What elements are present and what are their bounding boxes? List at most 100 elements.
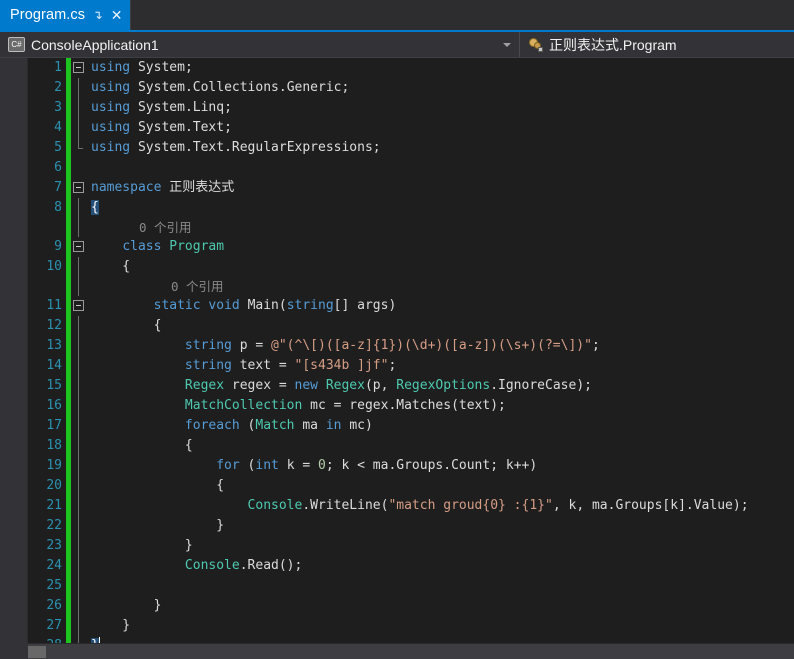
code-text: for (int k = 0; k < ma.Groups.Count; k++…: [216, 458, 538, 473]
outline-guide: [71, 277, 87, 296]
code-line[interactable]: 23 }: [28, 536, 794, 556]
line-number: 3: [54, 100, 62, 115]
code-text: using System.Linq;: [91, 100, 232, 115]
code-line[interactable]: 19 for (int k = 0; k < ma.Groups.Count; …: [28, 456, 794, 476]
code-text: string p = @"(^\[)([a-z]{1})(\d+)([a-z])…: [184, 338, 600, 353]
horizontal-scrollbar-thumb[interactable]: [28, 646, 46, 658]
outline-guide: [71, 476, 87, 496]
code-line[interactable]: 12 {: [28, 316, 794, 336]
code-line[interactable]: 13 string p = @"(^\[)([a-z]{1})(\d+)([a-…: [28, 336, 794, 356]
outline-guide: [71, 496, 87, 516]
code-line[interactable]: 6: [28, 158, 794, 178]
code-line[interactable]: 15 Regex regex = new Regex(p, RegexOptio…: [28, 376, 794, 396]
chevron-down-icon[interactable]: [503, 42, 511, 47]
code-text: Console.WriteLine("match groud{0} :{1}",…: [247, 498, 749, 513]
csharp-project-icon: C#: [8, 37, 25, 52]
line-number: 18: [46, 438, 62, 453]
outline-guide: [71, 516, 87, 536]
code-line[interactable]: 26 }: [28, 596, 794, 616]
code-editor[interactable]: 1 using System; 2 using System.Collectio…: [0, 58, 794, 659]
outline-collapse-toggle[interactable]: [71, 58, 87, 78]
line-number: 8: [54, 200, 62, 215]
code-line[interactable]: 3 using System.Linq;: [28, 98, 794, 118]
code-text: {: [91, 200, 99, 215]
code-text: using System;: [91, 60, 193, 75]
class-icon: [528, 37, 543, 52]
code-text: }: [91, 598, 162, 613]
navigation-bar: C# ConsoleApplication1 正则表达式.Program: [0, 32, 794, 58]
line-number: 26: [46, 598, 62, 613]
outline-guide: [71, 536, 87, 556]
outline-guide: [71, 316, 87, 336]
code-line[interactable]: 25: [28, 576, 794, 596]
codelens-text[interactable]: 0 个引用: [87, 277, 794, 296]
selection-margin[interactable]: [0, 58, 28, 659]
code-line[interactable]: 17 foreach (Match ma in mc): [28, 416, 794, 436]
code-line[interactable]: 4 using System.Text;: [28, 118, 794, 138]
line-number: 2: [54, 80, 62, 95]
outline-guide: [71, 576, 87, 596]
code-line[interactable]: 1 using System;: [28, 58, 794, 78]
outline-guide: [71, 138, 87, 158]
codelens-text[interactable]: 0 个引用: [87, 218, 794, 237]
code-line[interactable]: 2 using System.Collections.Generic;: [28, 78, 794, 98]
pin-icon[interactable]: ↴: [91, 9, 104, 21]
code-line[interactable]: 20 {: [28, 476, 794, 496]
line-number-blank: [28, 218, 66, 237]
outline-guide: [71, 78, 87, 98]
outline-collapse-toggle[interactable]: [71, 237, 87, 257]
code-text: foreach (Match ma in mc): [184, 418, 373, 433]
codelens-class-references[interactable]: 0 个引用: [28, 218, 794, 237]
code-line[interactable]: 24 Console.Read();: [28, 556, 794, 576]
document-tab-program-cs[interactable]: Program.cs ↴ ✕: [0, 0, 131, 30]
outline-guide: [71, 356, 87, 376]
line-number: 14: [46, 358, 62, 373]
code-text: static void Main(string[] args): [153, 298, 397, 313]
code-text: Console.Read();: [184, 558, 303, 573]
outline-guide: [71, 257, 87, 277]
code-line[interactable]: 16 MatchCollection mc = regex.Matches(te…: [28, 396, 794, 416]
outline-collapse-toggle[interactable]: [71, 296, 87, 316]
code-line[interactable]: 9 class Program: [28, 237, 794, 257]
code-line[interactable]: 27 }: [28, 616, 794, 636]
code-text: using System.Text;: [91, 120, 232, 135]
code-text: string text = "[s434b ]jf";: [184, 358, 397, 373]
code-line[interactable]: 8 {: [28, 198, 794, 218]
code-text: using System.Collections.Generic;: [91, 80, 350, 95]
code-line[interactable]: 5 using System.Text.RegularExpressions;: [28, 138, 794, 158]
code-line[interactable]: 22 }: [28, 516, 794, 536]
codelens-method-references[interactable]: 0 个引用: [28, 277, 794, 296]
code-line[interactable]: 18 {: [28, 436, 794, 456]
line-number: 16: [46, 398, 62, 413]
line-number-blank: [28, 277, 66, 296]
line-number: 25: [46, 578, 62, 593]
outline-guide: [71, 376, 87, 396]
code-line[interactable]: 21 Console.WriteLine("match groud{0} :{1…: [28, 496, 794, 516]
code-text: {: [91, 478, 225, 493]
project-dropdown[interactable]: C# ConsoleApplication1: [0, 32, 520, 57]
line-number: 10: [46, 259, 62, 274]
code-line[interactable]: 7 namespace 正则表达式: [28, 178, 794, 198]
member-dropdown[interactable]: 正则表达式.Program: [520, 32, 794, 57]
close-icon[interactable]: ✕: [110, 8, 123, 22]
line-number: 7: [54, 180, 62, 195]
visual-studio-editor-window: Program.cs ↴ ✕ C# ConsoleApplication1 正则…: [0, 0, 794, 659]
code-text: {: [91, 438, 193, 453]
code-line[interactable]: 10 {: [28, 257, 794, 277]
project-dropdown-label: ConsoleApplication1: [31, 36, 159, 53]
code-line[interactable]: 14 string text = "[s434b ]jf";: [28, 356, 794, 376]
outline-guide: [71, 596, 87, 616]
code-surface[interactable]: 1 using System; 2 using System.Collectio…: [28, 58, 794, 659]
code-text: using System.Text.RegularExpressions;: [91, 140, 381, 155]
line-number: 23: [46, 538, 62, 553]
outline-guide: [71, 436, 87, 456]
outline-collapse-toggle[interactable]: [71, 178, 87, 198]
outline-guide: [71, 456, 87, 476]
line-number: 11: [46, 298, 62, 313]
horizontal-scrollbar[interactable]: [28, 643, 794, 659]
line-number: 5: [54, 140, 62, 155]
line-number: 17: [46, 418, 62, 433]
code-line[interactable]: 11 static void Main(string[] args): [28, 296, 794, 316]
outline-guide: [71, 416, 87, 436]
code-text: }: [91, 538, 193, 553]
